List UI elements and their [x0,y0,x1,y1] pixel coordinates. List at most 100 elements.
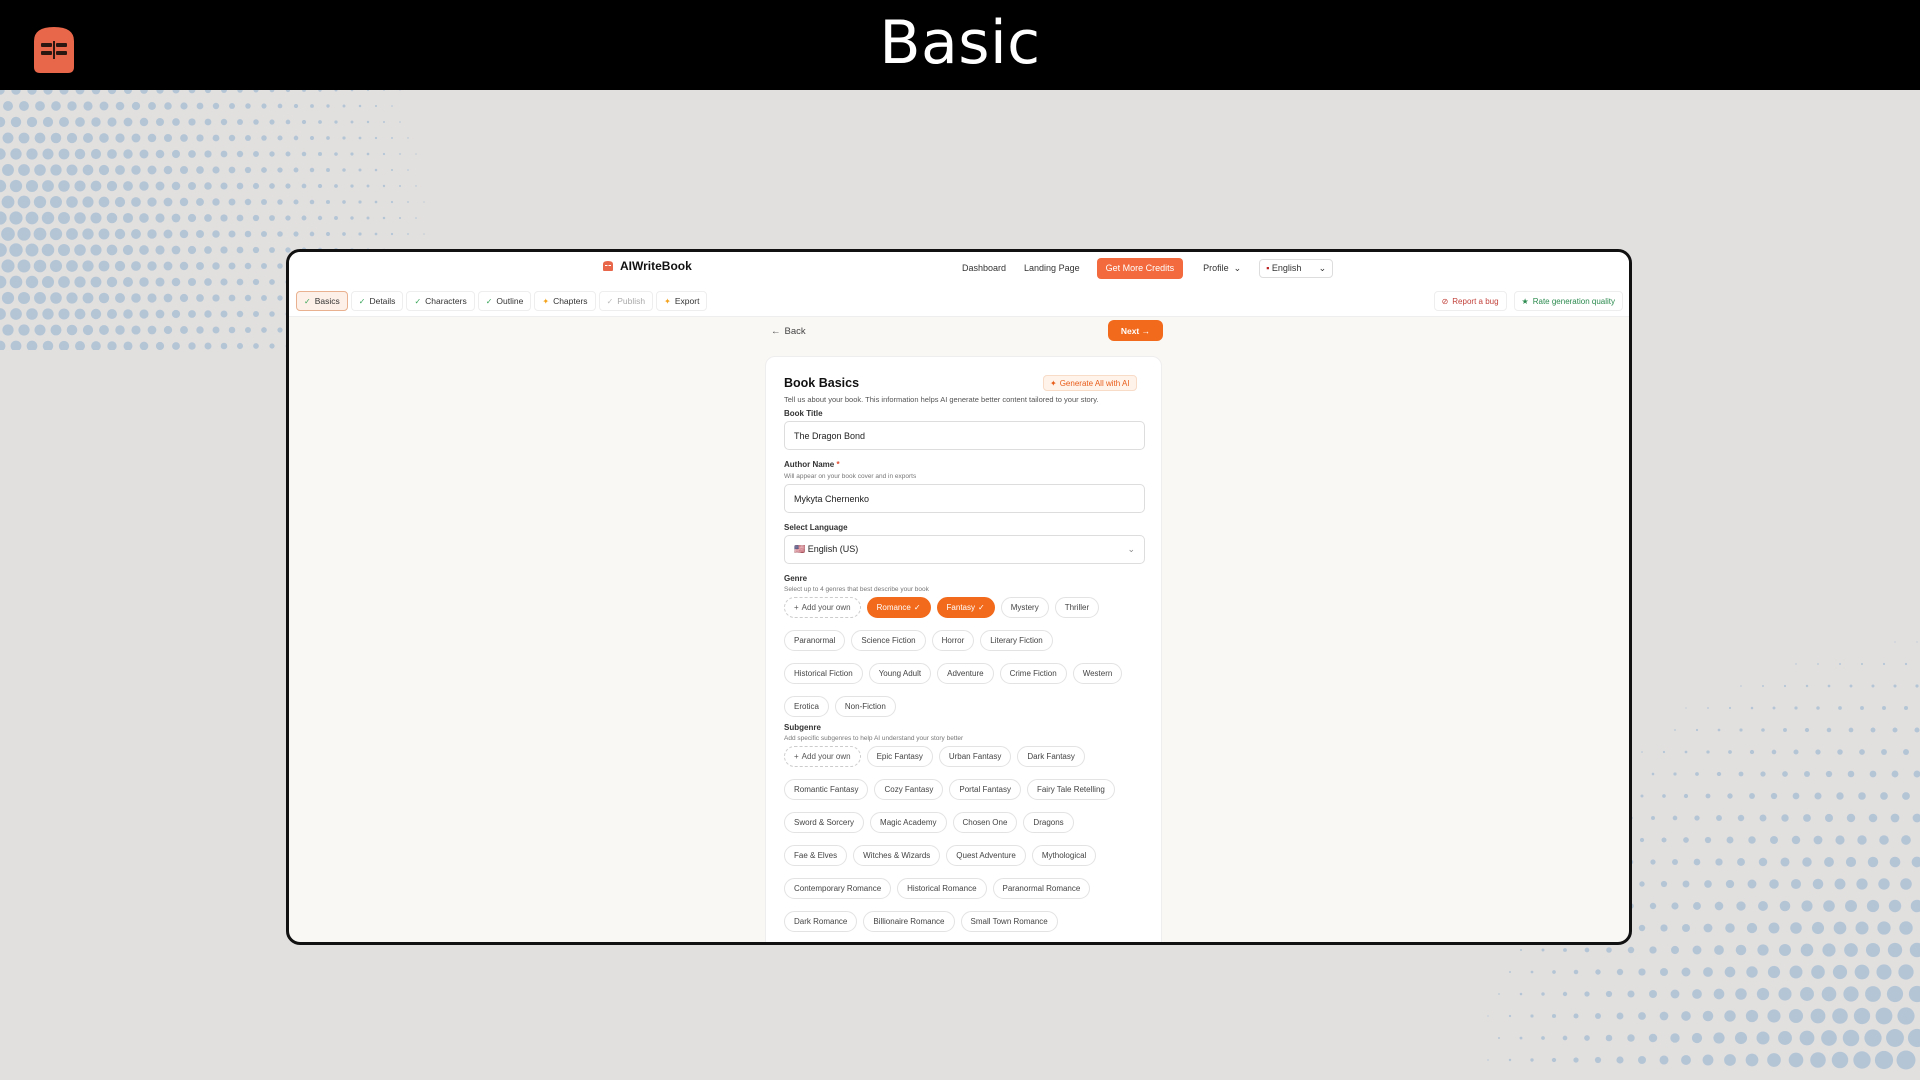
chip-label: Urban Fantasy [948,752,1002,761]
subgenre-chip[interactable]: Historical Romance [897,878,987,899]
language-label: English [1271,263,1302,273]
subgenre-chip[interactable]: Billionaire Romance [863,911,955,932]
tab-outline[interactable]: ✓ Outline [477,291,532,311]
subgenre-chip[interactable]: Small Town Romance [960,911,1058,932]
add-your-own-chip[interactable]: + Add your own [784,597,861,618]
subgenre-chip[interactable]: Fae & Elves [784,845,848,866]
nav-dashboard[interactable]: Dashboard [953,257,1015,279]
dot [1822,943,1836,957]
genre-chip[interactable]: Horror [931,630,975,651]
subgenre-chip[interactable]: Portal Fantasy [949,779,1021,800]
profile-menu[interactable]: Profile ⌄ [1193,263,1251,274]
dot [423,233,425,235]
dot [171,245,181,255]
chip-label: Portal Fantasy [959,785,1011,794]
subgenre-chip[interactable]: Mythological [1031,845,1097,866]
add-your-own-chip[interactable]: + Add your own [784,746,861,767]
genre-chip[interactable]: Crime Fiction [999,663,1067,684]
genre-chip[interactable]: Non-Fiction [834,696,896,717]
subgenre-chip[interactable]: Contemporary Romance [784,878,892,899]
subgenre-chip[interactable]: Dark Romance [784,911,858,932]
dot [25,275,39,289]
subgenre-chip[interactable]: Urban Fantasy [938,746,1012,767]
dot [33,195,47,209]
next-button[interactable]: Next → [1108,320,1163,341]
language-select[interactable]: ▪ English ⌄ [1259,258,1334,278]
nav-landing-page[interactable]: Landing Page [1015,257,1089,279]
dot [26,340,38,350]
genre-chip[interactable]: Historical Fiction [784,663,863,684]
genre-chip[interactable]: Erotica [784,696,829,717]
dot [1649,946,1657,954]
dot [1864,1029,1882,1047]
check-circle-icon: ✓ [485,296,493,306]
subgenre-chip[interactable]: Magic Academy [870,812,947,833]
required-marker: * [836,460,840,469]
dot [147,229,157,239]
subgenre-chip[interactable]: Witches & Wizards [853,845,941,866]
dot [139,277,149,287]
dot [382,216,386,220]
dot [407,233,409,235]
back-button[interactable]: ← Back [771,326,806,337]
subgenre-chip[interactable]: Quest Adventure [946,845,1026,866]
subgenre-chip[interactable]: Dark Fantasy [1017,746,1085,767]
dot [358,136,362,140]
dot [325,231,331,237]
dot [374,168,378,172]
sparkle-icon: ✦ [1050,378,1057,388]
dot [269,183,275,189]
subgenre-chip[interactable]: Paranormal Romance [992,878,1091,899]
language-dropdown[interactable]: 🇺🇸 English (US) ⌄ [784,535,1145,564]
dot [123,341,133,350]
subgenre-chip[interactable]: Sword & Sorcery [784,812,865,833]
genre-chip[interactable]: Young Adult [868,663,932,684]
subgenre-chip[interactable]: Fairy Tale Retelling [1026,779,1115,800]
dot [269,215,275,221]
tab-characters[interactable]: ✓ Characters [406,291,475,311]
dot [1638,1012,1646,1020]
subgenre-chip[interactable]: Chosen One [952,812,1018,833]
genre-chip[interactable]: Paranormal [784,630,846,651]
subgenre-chip[interactable]: Cozy Fantasy [874,779,944,800]
tab-basics[interactable]: ✓ Basics [296,291,348,311]
dot [147,165,157,175]
book-title-input[interactable]: The Dragon Bond [784,421,1145,450]
plus-icon: + [794,603,799,612]
subgenre-chip[interactable]: Romantic Fantasy [784,779,869,800]
dot [212,134,220,142]
dot [171,213,181,223]
genre-chip[interactable]: Mystery [1000,597,1049,618]
genre-chip[interactable]: Western [1072,663,1123,684]
brand[interactable]: AIWriteBook [602,259,692,273]
tab-details[interactable]: ✓ Details [350,291,404,311]
tab-publish[interactable]: ✓ Publish [598,291,654,311]
author-name-input[interactable]: Mykyta Chernenko [784,484,1145,513]
dot [253,151,259,157]
dot [74,308,86,320]
genre-chip[interactable]: Literary Fiction [980,630,1053,651]
report-bug-button[interactable]: ⊘ Report a bug [1433,291,1507,311]
subgenre-chip[interactable]: Epic Fantasy [866,746,933,767]
dot [1860,662,1864,666]
generate-all-button[interactable]: ✦ Generate All with AI [1043,375,1137,391]
dot [366,120,370,124]
subgenre-chip[interactable]: Dragons [1023,812,1074,833]
dot [99,133,109,143]
genre-chip[interactable]: Science Fiction [851,630,926,651]
dot [1893,684,1897,688]
tab-export[interactable]: ✦ Export [656,291,708,311]
chip-label: Paranormal Romance [1002,884,1081,893]
genre-chip[interactable]: Romance ✓ [866,597,931,618]
dot [98,260,110,272]
genre-chip[interactable]: Adventure [937,663,994,684]
dot [1826,727,1832,733]
get-more-credits-button[interactable]: Get More Credits [1096,257,1184,279]
genre-chip[interactable]: Thriller [1054,597,1100,618]
top-nav: Dashboard Landing Page Get More Credits … [953,257,1334,279]
rate-quality-button[interactable]: ★ Rate generation quality [1513,291,1623,311]
genre-chip[interactable]: Fantasy ✓ [936,597,995,618]
tab-chapters[interactable]: ✦ Chapters [534,291,596,311]
dot [42,116,54,128]
language-label: Select Language [784,523,848,532]
